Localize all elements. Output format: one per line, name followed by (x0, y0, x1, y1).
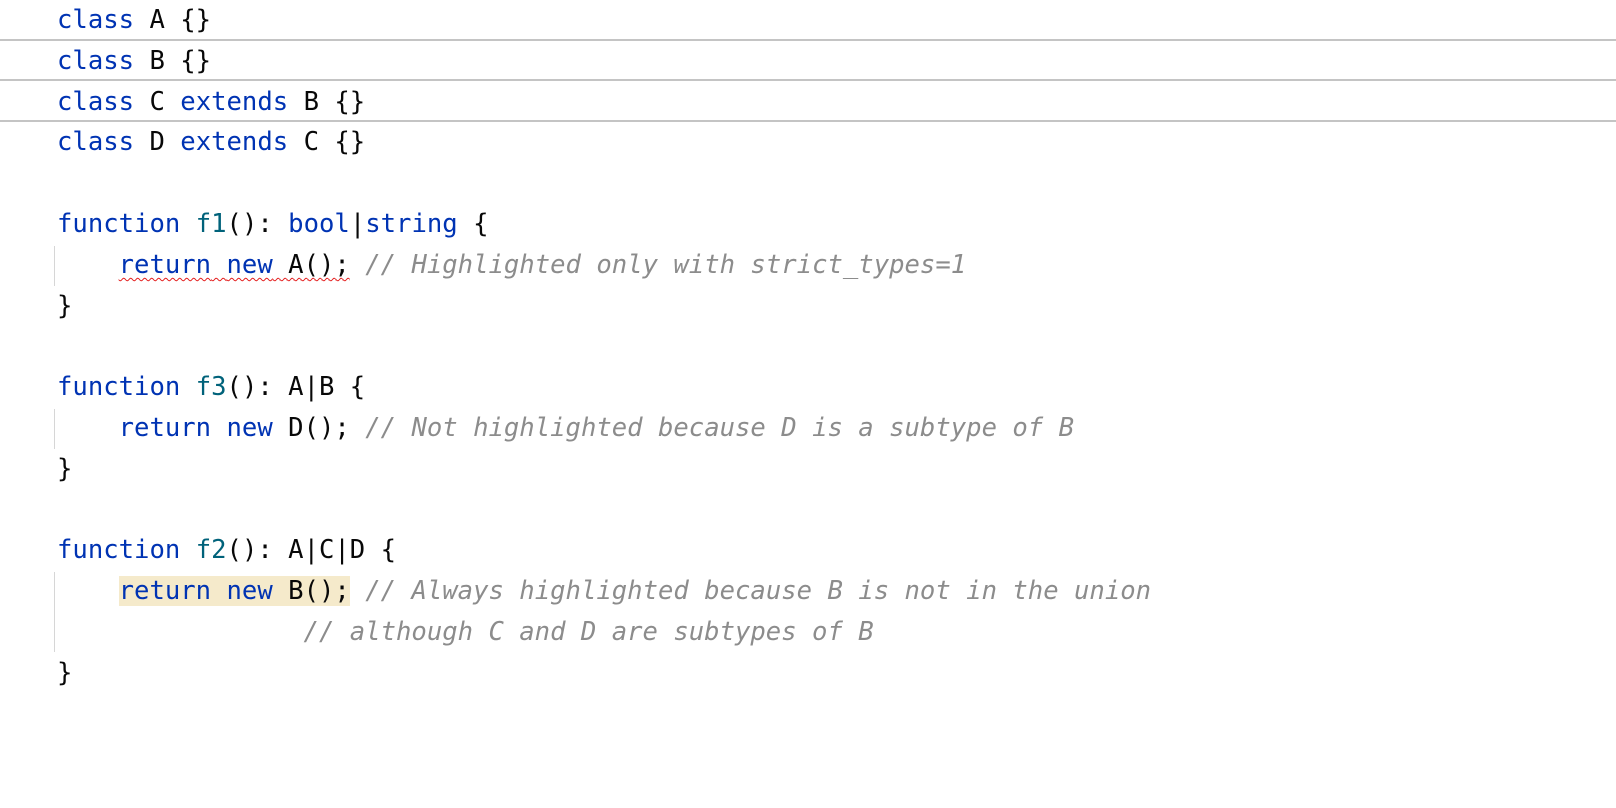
keyword: return (118, 576, 212, 607)
keyword: class (57, 45, 135, 76)
code-line[interactable] (0, 326, 1616, 367)
keyword: function (57, 535, 181, 566)
code-token: } (57, 290, 73, 321)
code-editor[interactable]: class A {} class B {} class C extends B {}… (0, 0, 1616, 808)
type-warning-highlight[interactable]: return new B(); (118, 576, 350, 607)
code-token: } (57, 453, 73, 484)
keyword: extends (180, 127, 289, 158)
code-line[interactable]: function f2(): A|C|D { (0, 530, 1616, 571)
function-name: f1 (195, 209, 227, 239)
code-line[interactable]: } (0, 653, 1616, 694)
code-text: return new A(); // Highlighted only with… (57, 245, 967, 286)
code-line[interactable]: } (0, 286, 1616, 327)
code-token: A(); (272, 249, 350, 280)
code-text: return new D(); // Not highlighted becau… (57, 408, 1074, 449)
code-line[interactable]: function f3(): A|B { (0, 367, 1616, 408)
code-text: class A {} (57, 0, 211, 41)
code-token: } (57, 657, 73, 688)
keyword: class (57, 5, 135, 35)
code-text: function f3(): A|B { (57, 367, 365, 408)
code-text: function f2(): A|C|D { (57, 530, 396, 571)
code-text: class D extends C {} (57, 122, 365, 163)
code-line[interactable] (0, 490, 1616, 531)
code-text: class C extends B {} (57, 82, 365, 123)
code-token: { (457, 209, 489, 239)
keyword: new (226, 249, 273, 280)
code-text: } (57, 286, 72, 327)
code-token: B {} (134, 45, 212, 76)
code-line[interactable]: // although C and D are subtypes of B (0, 612, 1616, 653)
keyword: function (57, 209, 181, 239)
code-text: // although C and D are subtypes of B (57, 612, 874, 653)
keyword: class (57, 127, 135, 158)
code-line[interactable]: class C extends B {} (0, 82, 1616, 123)
code-text: } (57, 653, 72, 694)
code-line[interactable]: return new B(); // Always highlighted be… (0, 571, 1616, 612)
code-token: B(); (272, 576, 350, 607)
code-line[interactable]: class D extends C {} (0, 122, 1616, 163)
code-line[interactable] (0, 163, 1616, 204)
keyword: extends (180, 86, 289, 117)
type-error-highlight[interactable]: return new A(); (119, 250, 350, 280)
code-text: class B {} (57, 41, 211, 82)
code-token: C (134, 86, 181, 117)
code-token: (): A|B { (226, 372, 366, 403)
code-line[interactable]: function f1(): bool|string { (0, 204, 1616, 245)
code-token: D(); (272, 413, 350, 443)
keyword: bool (288, 209, 350, 239)
code-line[interactable]: class B {} (0, 41, 1616, 82)
keyword: new (226, 413, 273, 443)
code-text: function f1(): bool|string { (57, 204, 489, 245)
code-token: | (349, 209, 366, 239)
code-line[interactable]: } (0, 449, 1616, 490)
code-line[interactable]: class A {} (0, 0, 1616, 41)
comment: // although C and D are subtypes of B (303, 617, 874, 647)
code-token: (): (226, 209, 289, 239)
keyword: string (365, 209, 458, 239)
code-token: D (134, 127, 181, 158)
keyword: function (57, 372, 181, 403)
code-text: return new B(); // Always highlighted be… (57, 571, 1151, 612)
keyword: new (226, 576, 273, 607)
code-text: } (57, 449, 72, 490)
comment: // Not highlighted because D is a subtyp… (365, 413, 1075, 443)
comment: // Always highlighted because B is not i… (365, 576, 1152, 607)
keyword: class (57, 86, 135, 117)
comment: // Highlighted only with strict_types=1 (365, 249, 967, 280)
code-line[interactable]: return new D(); // Not highlighted becau… (0, 408, 1616, 449)
code-token: B {} (288, 86, 366, 117)
code-line[interactable]: return new A(); // Highlighted only with… (0, 245, 1616, 286)
keyword: return (118, 413, 212, 443)
function-name: f2 (195, 535, 227, 566)
code-token: (): A|C|D { (226, 535, 397, 566)
code-token: C {} (288, 127, 366, 158)
keyword: return (118, 249, 212, 280)
function-name: f3 (195, 372, 227, 403)
code-token: A {} (134, 5, 212, 35)
